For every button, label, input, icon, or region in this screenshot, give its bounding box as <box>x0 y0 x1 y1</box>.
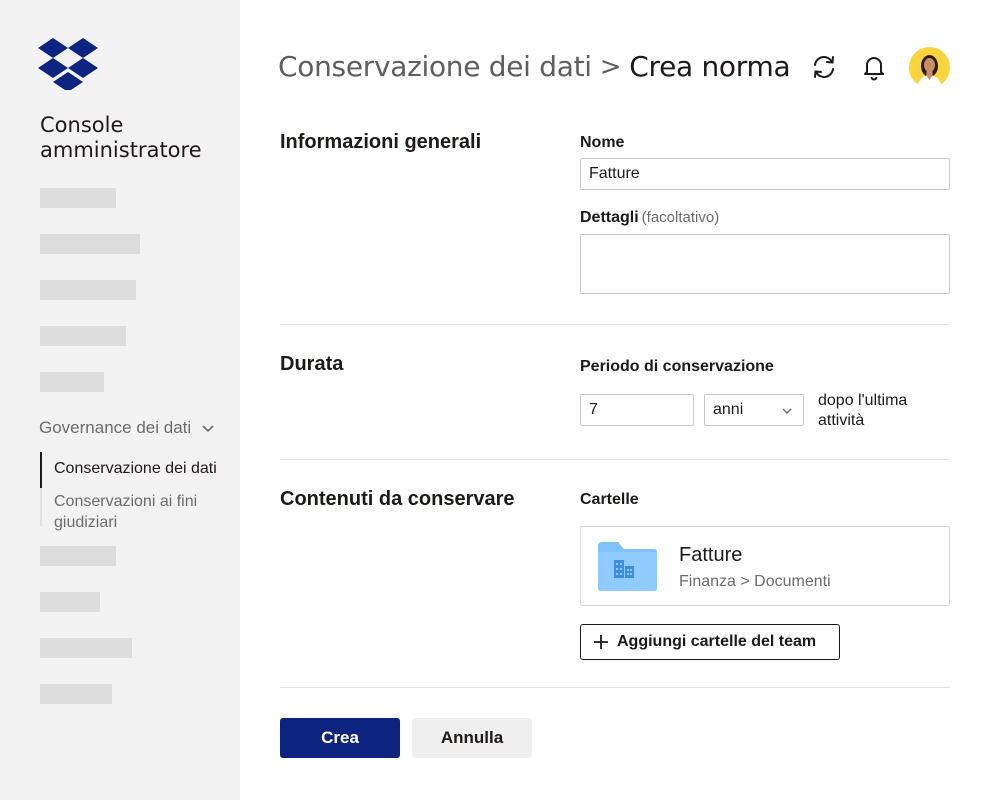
retention-period-value: 7 <box>589 401 598 418</box>
add-team-folders-label: Aggiungi cartelle del team <box>617 633 817 650</box>
name-label: Nome <box>580 134 624 152</box>
after-last-activity-text: dopo l'ultima attività <box>818 392 908 429</box>
folders-label: Cartelle <box>580 491 639 508</box>
details-textarea[interactable] <box>580 234 950 294</box>
name-label-text: Nome <box>580 134 625 151</box>
create-button[interactable]: Crea <box>280 718 400 758</box>
notifications-button[interactable] <box>859 52 889 82</box>
sidebar-item-data-retention[interactable]: Conservazione dei dati <box>54 460 217 478</box>
sidebar: Console amministratore Governance dei da… <box>0 0 240 800</box>
cancel-button[interactable]: Annulla <box>412 718 532 758</box>
console-title: Console amministratore <box>40 113 202 162</box>
section-title-content: Contenuti da conservare <box>280 488 515 510</box>
nav-group-label: Governance dei dati <box>39 418 192 437</box>
plus-icon <box>594 635 608 649</box>
nav-placeholder[interactable] <box>40 188 116 208</box>
nav-placeholder[interactable] <box>40 280 136 300</box>
divider <box>280 459 950 460</box>
retention-period-label: Periodo di conservazione <box>580 358 774 375</box>
chevron-down-icon <box>202 425 214 433</box>
section-title-general: Informazioni generali <box>280 131 482 153</box>
retention-period-input[interactable]: 7 <box>580 394 694 426</box>
nav-placeholder[interactable] <box>40 684 112 704</box>
name-input[interactable]: Fatture <box>580 158 950 190</box>
breadcrumb-parent[interactable]: Conservazione dei dati <box>278 50 592 83</box>
details-label-text: Dettagli <box>580 209 639 226</box>
subnav: Conservazione dei dati Conservazioni ai … <box>40 452 230 531</box>
page-title: Crea norma <box>629 50 791 83</box>
divider <box>280 687 950 688</box>
add-team-folders-button[interactable]: Aggiungi cartelle del team <box>580 624 840 660</box>
nav-placeholder[interactable] <box>40 592 100 612</box>
chevron-down-icon <box>782 408 792 414</box>
folder-name: Fatture <box>679 544 743 566</box>
sidebar-item-legal-holds[interactable]: Conservazioni ai fini giudiziari <box>54 491 204 533</box>
nav-placeholder[interactable] <box>40 372 104 392</box>
bell-icon <box>864 57 884 81</box>
nav-placeholder[interactable] <box>40 326 126 346</box>
section-title-duration: Durata <box>280 353 344 375</box>
cancel-button-label: Annulla <box>440 728 504 747</box>
sync-icon <box>814 56 834 78</box>
create-button-label: Crea <box>321 728 359 747</box>
avatar[interactable] <box>909 47 950 88</box>
folder-path: Finanza > Documenti <box>679 573 831 590</box>
name-input-value: Fatture <box>589 165 640 182</box>
team-folder-icon <box>598 542 657 591</box>
breadcrumb-separator: > <box>599 51 622 82</box>
nav-placeholder[interactable] <box>40 638 132 658</box>
details-label: Dettagli (facoltativo) <box>580 209 719 227</box>
retention-unit-select[interactable]: anni <box>704 394 804 426</box>
retention-unit-value: anni <box>713 401 744 418</box>
dropbox-logo-icon[interactable] <box>38 38 98 90</box>
nav-group-governance[interactable]: Governance dei dati <box>39 418 215 438</box>
nav-placeholder[interactable] <box>40 234 140 254</box>
user-avatar-icon <box>917 55 942 88</box>
breadcrumb: Conservazione dei dati > Crea norma <box>278 50 791 83</box>
divider <box>280 324 950 325</box>
active-indicator <box>40 452 42 488</box>
details-optional-label: (facoltativo) <box>641 209 720 226</box>
sync-button[interactable] <box>809 52 839 82</box>
folder-card[interactable]: Fatture Finanza > Documenti <box>580 526 950 606</box>
nav-placeholder[interactable] <box>40 546 116 566</box>
